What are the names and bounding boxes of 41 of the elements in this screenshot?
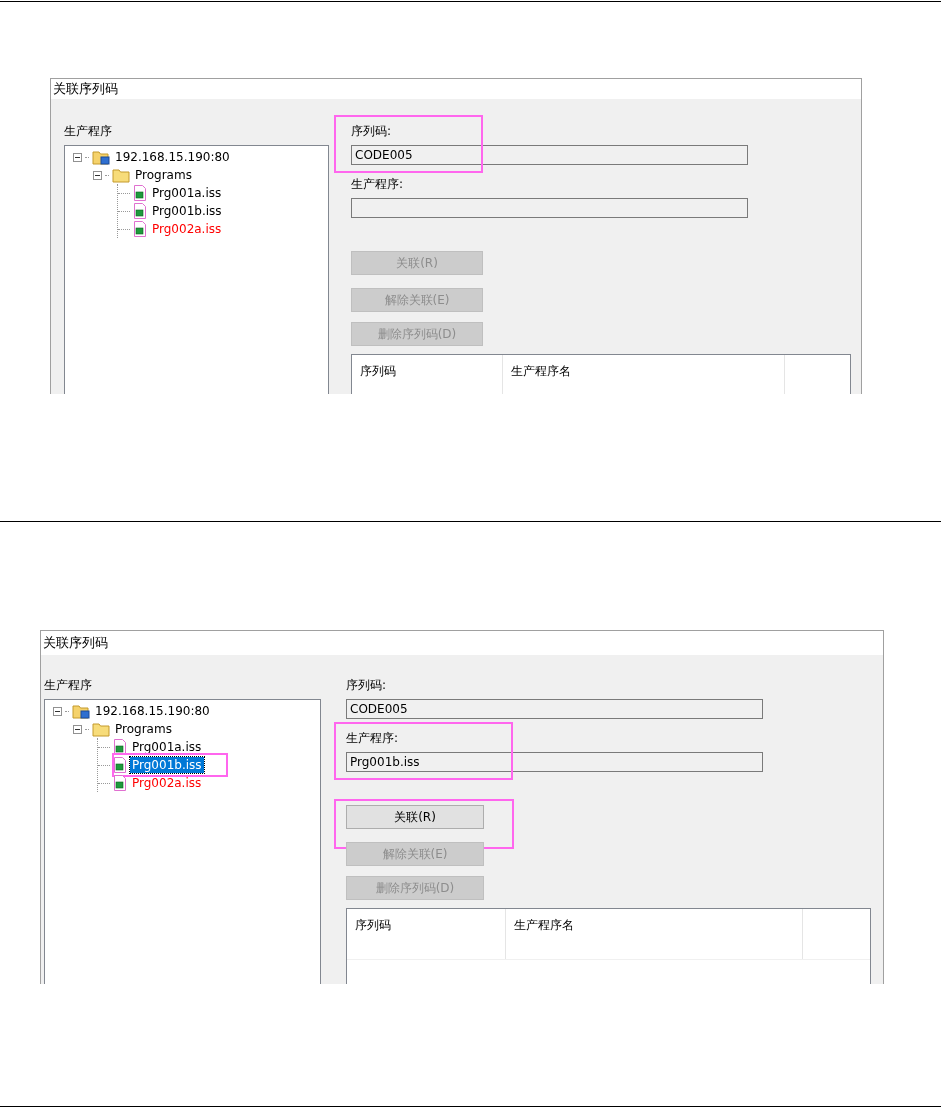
file-icon — [133, 185, 147, 201]
field-label: 序列码: — [351, 123, 393, 139]
tree-item[interactable]: Prg001a.iss — [130, 739, 204, 755]
tree-item[interactable]: 192.168.15.190:80 — [113, 149, 232, 165]
collapse-toggle[interactable] — [93, 170, 102, 180]
tree-item[interactable]: Programs — [113, 721, 174, 737]
network-folder-icon — [92, 149, 110, 165]
column-header[interactable]: 序列码 — [352, 355, 503, 394]
file-icon — [133, 203, 147, 219]
tree-label: 生产程序 — [64, 123, 113, 139]
tree-label: 生产程序 — [44, 677, 93, 693]
tree-item[interactable]: Prg001a.iss — [150, 185, 224, 201]
column-header[interactable]: 生产程序名 — [503, 355, 785, 394]
text-field[interactable]: CODE005 — [346, 699, 763, 719]
file-icon — [113, 757, 127, 773]
collapse-toggle[interactable] — [53, 706, 62, 716]
file-icon — [113, 775, 127, 791]
field-label: 生产程序: — [351, 176, 405, 192]
collapse-toggle[interactable] — [73, 724, 82, 734]
tree-item[interactable]: Prg001b.iss — [150, 203, 224, 219]
tree-item[interactable]: Prg002a.iss — [150, 221, 224, 237]
text-field[interactable]: CODE005 — [351, 145, 748, 165]
tree-item[interactable]: Prg002a.iss — [130, 775, 204, 791]
column-header[interactable]: 生产程序名 — [506, 909, 803, 959]
action-button[interactable]: 关联(R) — [346, 805, 484, 829]
file-icon — [133, 221, 147, 237]
text-field[interactable]: Prg001b.iss — [346, 752, 763, 772]
folder-icon — [92, 721, 110, 737]
tree-item[interactable]: 192.168.15.190:80 — [93, 703, 212, 719]
network-folder-icon — [72, 703, 90, 719]
window-title: 关联序列码 — [53, 80, 118, 98]
folder-icon — [112, 167, 130, 183]
field-label: 生产程序: — [346, 730, 400, 746]
text-field[interactable] — [351, 198, 748, 218]
window-title: 关联序列码 — [43, 634, 108, 652]
field-label: 序列码: — [346, 677, 388, 693]
tree-item[interactable]: Prg001b.iss — [130, 757, 204, 773]
column-header[interactable]: 序列码 — [347, 909, 506, 959]
file-icon — [113, 739, 127, 755]
collapse-toggle[interactable] — [73, 152, 82, 162]
tree-item[interactable]: Programs — [133, 167, 194, 183]
